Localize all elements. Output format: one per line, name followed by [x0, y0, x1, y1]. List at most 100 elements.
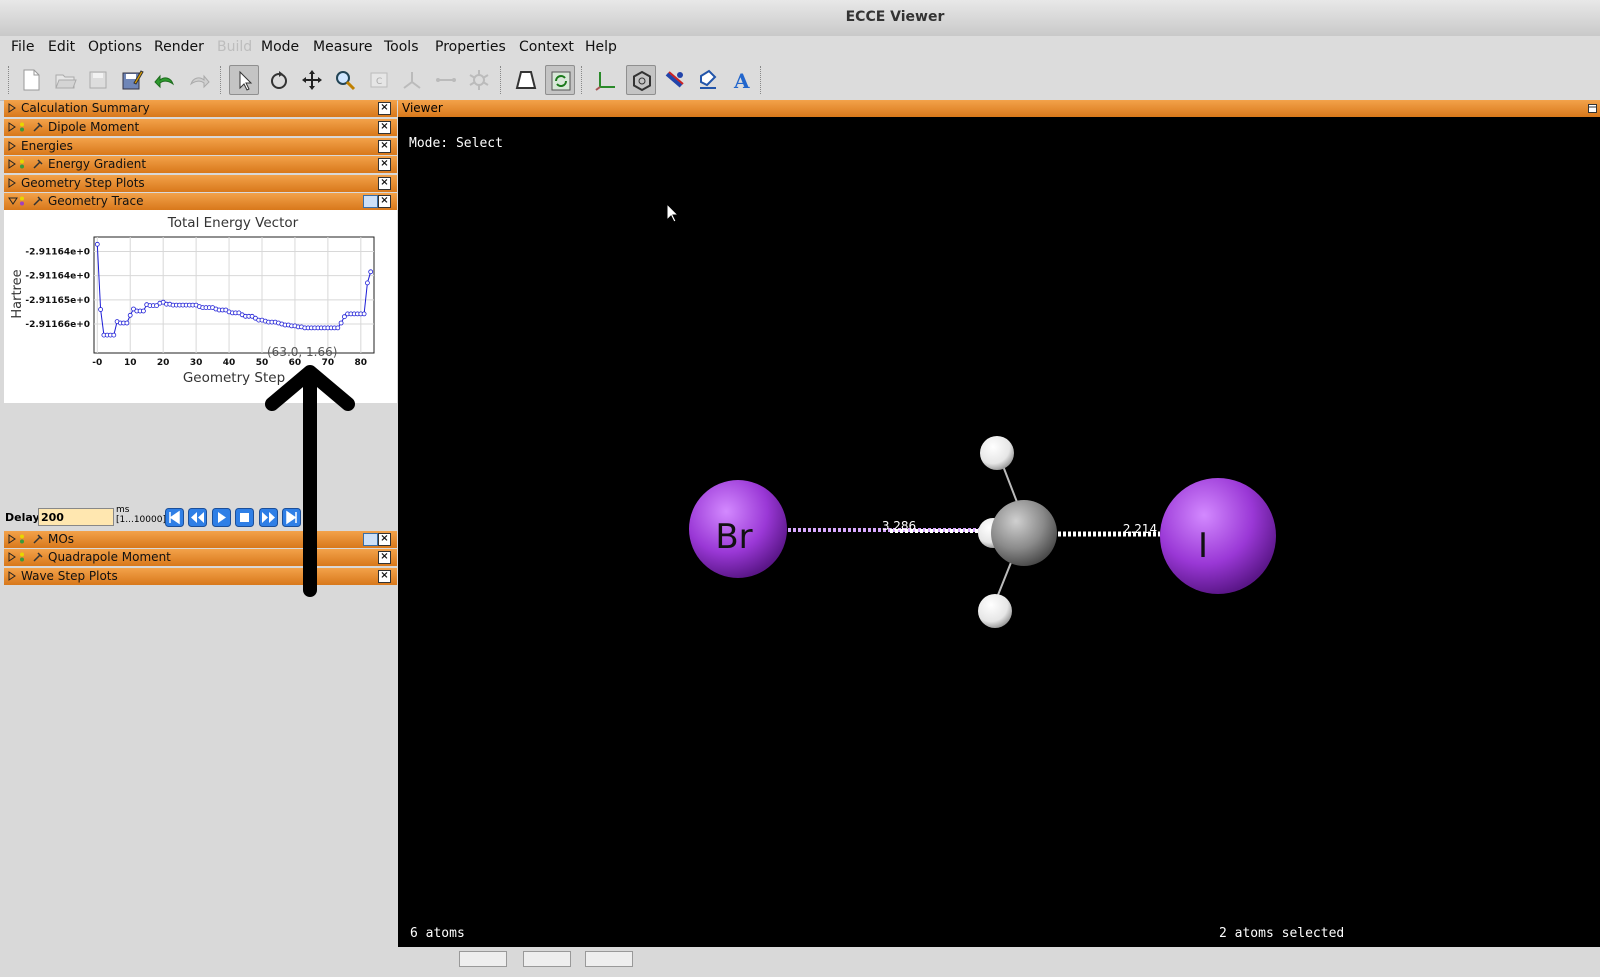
collapse-arrow-icon[interactable] [8, 196, 18, 206]
atom-hydrogen[interactable] [980, 436, 1014, 470]
atom-count: 6 atoms [410, 926, 465, 941]
property-tool-icon [33, 534, 43, 544]
delay-input[interactable] [38, 508, 114, 526]
close-icon[interactable]: × [378, 140, 391, 153]
toolbar-grip [8, 66, 11, 94]
molecule-viewer[interactable]: Mode: Select 3.286 2.214 Br I 6 atoms 2 … [398, 117, 1600, 947]
selection-status: 2 atoms selected [1219, 926, 1345, 941]
menu-mode[interactable]: Mode [261, 39, 299, 55]
panel-calculation-summary[interactable]: Calculation Summary × [4, 100, 397, 117]
panel-label: Energies [21, 139, 73, 153]
menu-context[interactable]: Context [519, 39, 574, 55]
x-tick-label: 10 [124, 358, 137, 368]
save-icon[interactable] [83, 65, 113, 95]
atom-icon[interactable] [464, 65, 494, 95]
panel-label: Quadrapole Moment [48, 550, 171, 564]
perspective-icon[interactable] [511, 65, 541, 95]
hexagon-icon[interactable] [626, 65, 656, 95]
menu-measure[interactable]: Measure [313, 39, 373, 55]
y-tick-label: -2.91164e+0 [25, 248, 90, 258]
zoom-icon[interactable] [330, 65, 360, 95]
atom-carbon[interactable] [991, 500, 1057, 566]
step-back-icon[interactable] [188, 508, 207, 527]
expand-arrow-icon[interactable] [8, 122, 16, 132]
close-icon[interactable]: × [378, 158, 391, 171]
status-dots-icon [20, 196, 24, 206]
atom-label-br: Br [715, 517, 752, 557]
close-icon[interactable]: × [378, 177, 391, 190]
x-tick-label: 20 [157, 358, 170, 368]
angle-icon[interactable] [397, 65, 427, 95]
save-as-icon[interactable] [117, 65, 147, 95]
menu-properties[interactable]: Properties [435, 39, 506, 55]
delay-units-label: ms [116, 505, 130, 515]
maximize-icon[interactable] [1588, 104, 1597, 113]
new-file-icon[interactable] [16, 65, 46, 95]
menu-help[interactable]: Help [585, 39, 617, 55]
close-icon[interactable]: × [378, 121, 391, 134]
spin-field[interactable] [585, 951, 633, 967]
y-tick-label: -2.91165e+0 [25, 296, 90, 306]
axes-icon[interactable] [591, 65, 621, 95]
panel-geometry-step-plots[interactable]: Geometry Step Plots × [4, 175, 397, 192]
rotate-icon[interactable] [264, 65, 294, 95]
data-point [335, 325, 341, 331]
data-point [124, 320, 130, 326]
close-icon[interactable]: × [378, 551, 391, 564]
text-label-icon[interactable]: A [727, 65, 757, 95]
panel-energy-gradient[interactable]: Energy Gradient × [4, 156, 397, 173]
sync-icon[interactable] [545, 65, 575, 95]
play-icon[interactable] [212, 508, 231, 527]
property-tool-icon [33, 159, 43, 169]
property-tool-icon [33, 552, 43, 562]
atom-hydrogen[interactable] [978, 594, 1012, 628]
status-dots-icon [20, 552, 24, 562]
menu-file[interactable]: File [11, 39, 34, 55]
x-tick-label: 40 [223, 358, 236, 368]
status-dots-icon [20, 159, 24, 169]
main-toolbar: C A [0, 60, 1600, 101]
close-icon[interactable]: × [378, 533, 391, 546]
close-icon[interactable]: × [378, 102, 391, 115]
menu-options[interactable]: Options [88, 39, 142, 55]
bond-icon[interactable] [431, 65, 461, 95]
menu-render[interactable]: Render [154, 39, 204, 55]
panel-label: Energy Gradient [48, 157, 147, 171]
expand-arrow-icon[interactable] [8, 534, 16, 544]
panel-label: Dipole Moment [48, 120, 140, 134]
data-point [140, 308, 146, 314]
open-icon[interactable] [50, 65, 80, 95]
center-icon[interactable]: C [364, 65, 394, 95]
molecule-scene[interactable]: 3.286 2.214 Br I [398, 117, 1600, 947]
expand-arrow-icon[interactable] [8, 178, 16, 188]
expand-arrow-icon[interactable] [8, 159, 16, 169]
distance-label-br-c: 3.286 [882, 519, 916, 533]
toolbar-separator [500, 66, 503, 94]
panel-label: Wave Step Plots [21, 569, 118, 583]
label-style-icon[interactable] [693, 65, 723, 95]
panel-energies[interactable]: Energies × [4, 138, 397, 155]
window-titlebar: ECCE Viewer [0, 0, 1600, 37]
first-frame-icon[interactable] [165, 508, 184, 527]
panel-label: Geometry Step Plots [21, 176, 145, 190]
close-icon[interactable]: × [378, 195, 391, 208]
spin-field[interactable] [459, 951, 507, 967]
select-icon[interactable] [229, 65, 259, 95]
toolbar-separator [760, 66, 763, 94]
menu-edit[interactable]: Edit [48, 39, 75, 55]
undo-icon[interactable] [150, 65, 180, 95]
atom-iodine[interactable] [1160, 478, 1276, 594]
translate-icon[interactable] [297, 65, 327, 95]
redo-icon[interactable] [184, 65, 214, 95]
close-icon[interactable]: × [378, 570, 391, 583]
menu-tools[interactable]: Tools [384, 39, 419, 55]
expand-arrow-icon[interactable] [8, 103, 16, 113]
expand-arrow-icon[interactable] [8, 141, 16, 151]
spin-field[interactable] [523, 951, 571, 967]
expand-arrow-icon[interactable] [8, 552, 16, 562]
expand-arrow-icon[interactable] [8, 571, 16, 581]
panel-dipole-moment[interactable]: Dipole Moment × [4, 119, 397, 136]
table-view-icon[interactable] [363, 195, 378, 208]
panel-geometry-trace[interactable]: Geometry Trace × [4, 193, 397, 210]
color-icon[interactable] [660, 65, 690, 95]
